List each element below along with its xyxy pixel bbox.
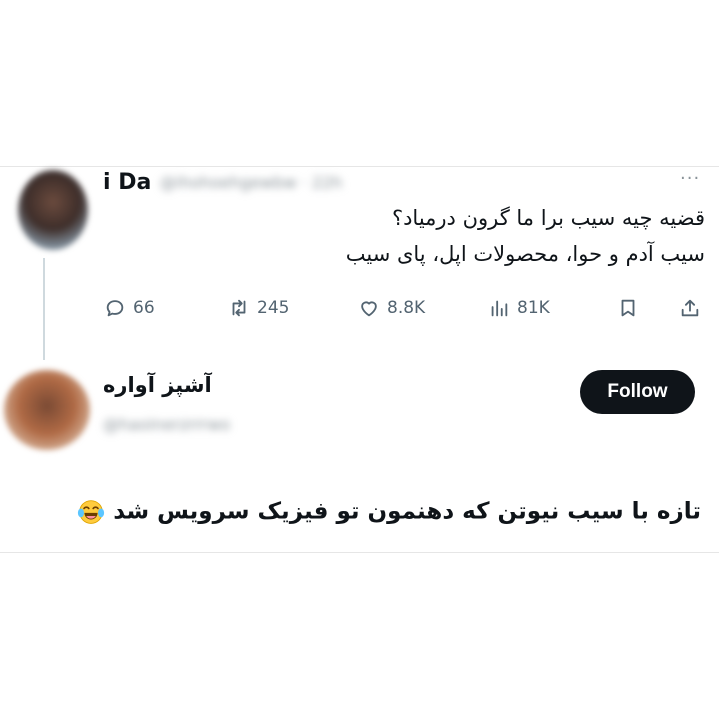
like-count: 8.8K [387, 298, 426, 318]
reply-text: تازه با سیب نیوتن که دهنمون تو فیزیک سرو… [113, 498, 701, 525]
author-handle[interactable]: @ihohoehgewbw · 22h [160, 173, 342, 192]
face-with-tears-of-joy-emoji [78, 500, 105, 524]
heart-icon [361, 301, 377, 317]
author-name[interactable]: i Da [103, 170, 151, 195]
reply-avatar[interactable] [4, 370, 90, 450]
repost-button[interactable]: 245 [228, 294, 289, 322]
tweet-text-line-1: قضیه چیه سیب برا ما گرون درمیاد؟ [391, 206, 705, 230]
reply-icon [106, 300, 124, 317]
more-options-icon[interactable]: ··· [680, 168, 700, 189]
reply-text-container: تازه با سیب نیوتن که دهنمون تو فیزیک سرو… [77, 498, 701, 526]
follow-button[interactable]: Follow [580, 370, 695, 414]
thread-line [43, 258, 45, 360]
bookmark-button[interactable] [617, 294, 639, 322]
views-button[interactable]: 81K [488, 294, 550, 322]
avatar[interactable] [18, 170, 88, 250]
like-button[interactable]: 8.8K [358, 294, 425, 322]
reply-count: 66 [133, 298, 155, 318]
repost-count: 245 [257, 298, 290, 318]
views-count: 81K [517, 298, 550, 318]
share-button[interactable] [679, 294, 701, 322]
bookmark-icon [621, 299, 635, 317]
tweet-text-line-2: سیب آدم و حوا، محصولات اپل، پای سیب [345, 242, 705, 266]
reply-author-handle[interactable]: @haoinerzrrrwo [103, 415, 230, 434]
reply-author-name[interactable]: آشپز آواره [103, 373, 212, 397]
reply-button[interactable]: 66 [104, 294, 155, 322]
repost-icon [232, 299, 246, 317]
views-chart-icon [491, 300, 508, 317]
share-icon [681, 299, 699, 317]
